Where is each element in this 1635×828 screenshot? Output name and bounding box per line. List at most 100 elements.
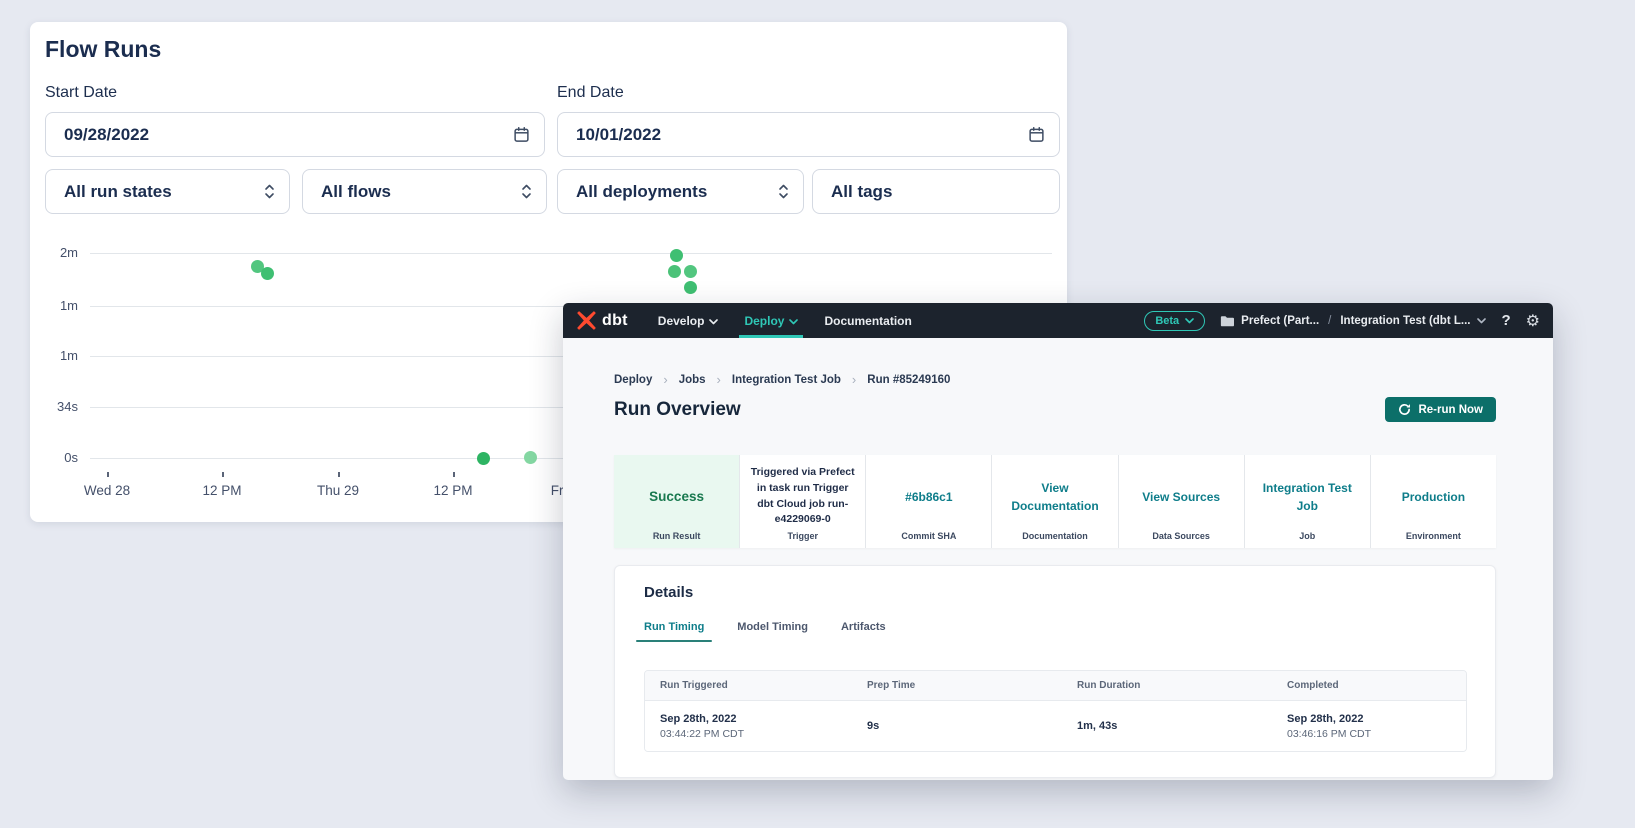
y-axis-tick-label: 1m [30, 348, 78, 363]
status-card-commit-sha[interactable]: #6b86c1Commit SHA [866, 455, 992, 548]
filter-select-all-run-states[interactable]: All run states [45, 169, 290, 214]
select-arrows-icon [521, 184, 532, 199]
start-date-input[interactable] [64, 125, 513, 145]
tab-label: Artifacts [841, 621, 886, 633]
details-title: Details [644, 584, 693, 601]
flow-run-point[interactable] [524, 451, 537, 464]
nav-right: Beta Prefect (Part... / Integration Test… [1144, 311, 1540, 331]
tab-run-timing[interactable]: Run Timing [644, 621, 704, 642]
y-axis-tick-label: 2m [30, 245, 78, 260]
flow-run-point[interactable] [477, 452, 490, 465]
breadcrumb-item-integration-test-job[interactable]: Integration Test Job [732, 374, 841, 386]
nav-item-deploy[interactable]: Deploy [744, 303, 798, 338]
table-cell: 9s [852, 720, 1062, 732]
end-date-input[interactable] [576, 125, 1028, 145]
breadcrumb-separator: › [852, 372, 856, 387]
table-cell-value: 1m, 43s [1077, 720, 1272, 732]
select-arrows-icon [778, 184, 789, 199]
dbt-logo[interactable]: dbt [576, 310, 628, 331]
details-tabs: Run Timing Model Timing Artifacts [644, 621, 886, 642]
filter-label: All run states [64, 182, 172, 202]
filter-label: All flows [321, 182, 391, 202]
flow-run-point[interactable] [684, 281, 697, 294]
y-axis-tick-label: 0s [30, 450, 78, 465]
chevron-down-icon [789, 314, 798, 328]
x-axis-tick-label: 12 PM [177, 483, 267, 498]
nav-item-develop[interactable]: Develop [658, 303, 719, 338]
table-header-prep-time: Prep Time [852, 680, 1062, 691]
table-cell-line1: Sep 28th, 2022 [660, 713, 852, 725]
chevron-down-icon [1185, 318, 1194, 324]
chevron-down-icon [789, 319, 798, 325]
page-title: Run Overview [614, 399, 741, 421]
active-tab-underline [636, 640, 712, 643]
x-axis-tick-mark [453, 472, 455, 477]
flow-run-point[interactable] [684, 265, 697, 278]
status-card-label: Run Result [614, 531, 739, 541]
status-card-label: Data Sources [1119, 531, 1244, 541]
status-card-value-text: Triggered via Prefect in task run Trigge… [750, 465, 855, 528]
table-row: Sep 28th, 202203:44:22 PM CDT9s1m, 43sSe… [645, 701, 1466, 751]
flow-run-point[interactable] [668, 265, 681, 278]
status-card-value-text[interactable]: View Documentation [1002, 479, 1107, 515]
account-separator: / [1328, 315, 1331, 327]
status-card-value-text[interactable]: #6b86c1 [905, 488, 952, 506]
rerun-now-button[interactable]: Re-run Now [1385, 397, 1496, 422]
status-card-label: Job [1245, 531, 1370, 541]
tab-model-timing[interactable]: Model Timing [737, 621, 808, 642]
help-icon[interactable]: ? [1501, 312, 1510, 329]
tab-label: Model Timing [737, 621, 808, 633]
tab-label: Run Timing [644, 621, 704, 633]
account-project-switcher[interactable]: Prefect (Part... / Integration Test (dbt… [1220, 315, 1486, 327]
beta-badge[interactable]: Beta [1144, 311, 1205, 331]
end-date-label: End Date [557, 84, 624, 102]
dbt-brand-text: dbt [602, 312, 628, 330]
status-card-value-text[interactable]: View Sources [1142, 488, 1220, 506]
status-card-label: Documentation [992, 531, 1117, 541]
table-header-run-duration: Run Duration [1062, 680, 1272, 691]
status-card-data-sources[interactable]: View Sources Data Sources [1119, 455, 1245, 548]
end-date-field[interactable] [557, 112, 1060, 157]
table-body: Sep 28th, 202203:44:22 PM CDT9s1m, 43sSe… [645, 701, 1466, 751]
status-card-documentation[interactable]: View Documentation Documentation [992, 455, 1118, 548]
breadcrumb: Deploy›Jobs›Integration Test Job›Run #85… [614, 372, 950, 387]
breadcrumb-item-run-85249160[interactable]: Run #85249160 [867, 374, 950, 386]
nav-item-documentation[interactable]: Documentation [824, 303, 911, 338]
run-timing-table: Run TriggeredPrep TimeRun DurationComple… [644, 670, 1467, 752]
select-arrows-icon [264, 184, 275, 199]
x-axis-tick-mark [107, 472, 109, 477]
active-nav-underline [739, 335, 803, 338]
table-header-row: Run TriggeredPrep TimeRun DurationComple… [645, 671, 1466, 701]
nav-items: Develop Deploy Documentation [658, 303, 938, 338]
status-card-job[interactable]: Integration Test Job Job [1245, 455, 1371, 548]
filter-select-all-flows[interactable]: All flows [302, 169, 547, 214]
tab-artifacts[interactable]: Artifacts [841, 621, 886, 642]
status-card-value-text[interactable]: Integration Test Job [1255, 479, 1360, 515]
filter-label: All deployments [576, 182, 707, 202]
filter-select-all-deployments[interactable]: All deployments [557, 169, 804, 214]
breadcrumb-item-deploy[interactable]: Deploy [614, 374, 652, 386]
gear-icon[interactable]: ⚙ [1526, 311, 1540, 331]
chevron-down-icon [1477, 318, 1486, 324]
status-card-environment[interactable]: ProductionEnvironment [1371, 455, 1496, 548]
x-axis-tick-label: Thu 29 [293, 483, 383, 498]
breadcrumb-item-jobs[interactable]: Jobs [679, 374, 706, 386]
table-cell-line1: Sep 28th, 2022 [1287, 713, 1466, 725]
y-axis-tick-label: 1m [30, 298, 78, 313]
table-header-completed: Completed [1272, 680, 1466, 691]
nav-item-label: Develop [658, 314, 705, 328]
flow-run-point[interactable] [670, 249, 683, 262]
select-chevron [778, 184, 789, 199]
x-axis-tick-label: 12 PM [408, 483, 498, 498]
x-axis-tick-mark [222, 472, 224, 477]
flow-run-point[interactable] [261, 267, 274, 280]
calendar-icon [513, 126, 530, 143]
status-card-value-text[interactable]: Production [1402, 488, 1465, 506]
table-header-run-triggered: Run Triggered [645, 680, 852, 691]
project-name: Integration Test (dbt L... [1340, 315, 1470, 327]
start-date-field[interactable] [45, 112, 545, 157]
status-card-trigger: Triggered via Prefect in task run Trigge… [740, 455, 866, 548]
filter-select-all-tags[interactable]: All tags [812, 169, 1060, 214]
filter-label: All tags [831, 182, 892, 202]
y-axis-tick-label: 34s [30, 399, 78, 414]
